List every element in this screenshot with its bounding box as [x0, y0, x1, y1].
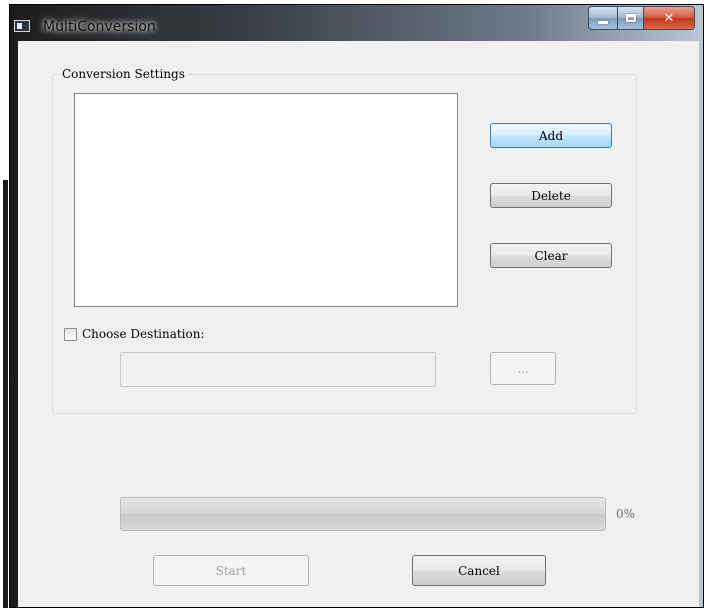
cancel-button[interactable]: Cancel: [412, 555, 546, 586]
conversion-list[interactable]: [74, 93, 458, 307]
group-title: Conversion Settings: [60, 67, 187, 81]
start-button[interactable]: Start: [153, 555, 309, 586]
delete-button[interactable]: Delete: [490, 183, 612, 208]
add-button[interactable]: Add: [490, 123, 612, 148]
minimize-icon: [598, 20, 608, 24]
close-button[interactable]: ✕: [643, 6, 695, 30]
destination-field: [120, 352, 436, 387]
maximize-button[interactable]: [617, 6, 644, 30]
window-title: MultiConversion: [43, 19, 156, 35]
client-area: Conversion Settings Add Delete Clear Cho…: [18, 41, 699, 607]
minimize-button[interactable]: [588, 6, 618, 30]
close-icon: ✕: [663, 10, 675, 26]
background-edge: [3, 180, 8, 608]
maximize-icon: [625, 14, 636, 22]
progress-percent: 0%: [616, 507, 636, 521]
choose-destination-label: Choose Destination:: [82, 327, 205, 341]
choose-destination-row[interactable]: Choose Destination:: [64, 327, 205, 341]
progress-bar: [120, 497, 606, 531]
title-bar[interactable]: MultiConversion ✕: [10, 5, 703, 41]
app-icon: [14, 20, 30, 32]
browse-button[interactable]: ...: [490, 352, 556, 385]
choose-destination-checkbox[interactable]: [64, 327, 77, 341]
clear-button[interactable]: Clear: [490, 243, 612, 268]
main-window: MultiConversion ✕ Conversion Settings Ad…: [9, 4, 704, 608]
